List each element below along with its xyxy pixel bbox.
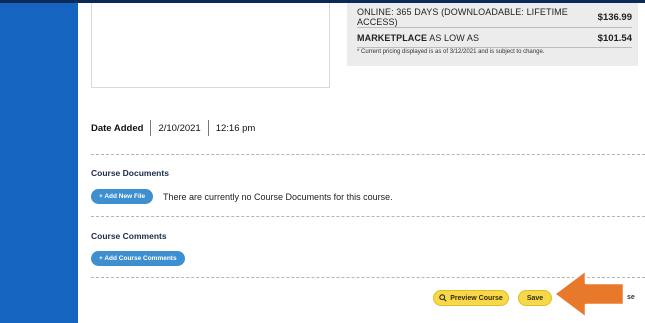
- date-added-time: 12:16 pm: [215, 122, 256, 134]
- course-comments-title: Course Comments: [91, 231, 167, 241]
- course-documents-title: Course Documents: [91, 168, 169, 178]
- price-amount: $101.54: [597, 32, 632, 44]
- pricing-box: ONLINE: 365 DAYS (DOWNLOADABLE: LIFETIME…: [347, 3, 638, 66]
- date-added-label: Date Added: [91, 122, 144, 134]
- pricing-note: * Current pricing displayed is as of 3/1…: [357, 49, 545, 55]
- date-added-row: Date Added 2/10/2021 12:16 pm: [91, 120, 255, 136]
- price-divider: [357, 27, 632, 28]
- price-row-marketplace: MARKETPLACE AS LOW AS $101.54: [357, 30, 632, 46]
- section-divider: [91, 154, 645, 155]
- price-label: ONLINE: 365 DAYS (DOWNLOADABLE: LIFETIME…: [357, 7, 568, 27]
- save-label: Save: [526, 294, 544, 302]
- divider: [207, 120, 209, 136]
- date-added-date: 2/10/2021: [158, 122, 201, 134]
- price-amount: $136.99: [597, 11, 632, 23]
- search-icon: [439, 294, 447, 302]
- price-row-online: ONLINE: 365 DAYS (DOWNLOADABLE: LIFETIME…: [357, 7, 632, 27]
- preview-course-button[interactable]: Preview Course: [433, 290, 509, 306]
- save-button[interactable]: Save: [518, 290, 552, 306]
- price-divider: [357, 47, 632, 48]
- divider: [150, 120, 152, 136]
- preview-course-label: Preview Course: [450, 294, 503, 302]
- no-documents-text: There are currently no Course Documents …: [163, 192, 393, 202]
- section-divider: [91, 216, 645, 217]
- price-label-bold: MARKETPLACE: [357, 33, 428, 43]
- course-image-placeholder: [91, 3, 330, 88]
- arrow-icon: [552, 268, 626, 320]
- price-label: AS LOW AS: [427, 33, 480, 43]
- add-course-comments-button[interactable]: + Add Course Comments: [91, 251, 185, 266]
- add-new-file-button[interactable]: + Add New File: [91, 189, 154, 204]
